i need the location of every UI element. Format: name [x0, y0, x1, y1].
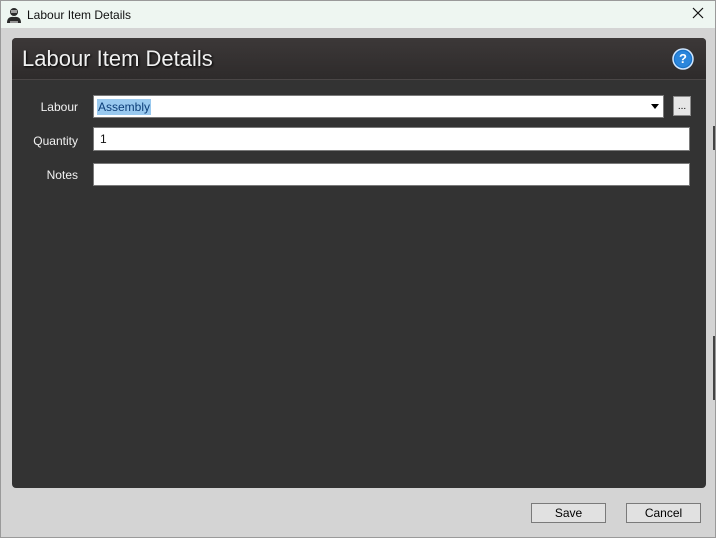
- content-panel: Labour Item Details ? Labour Assembly ..…: [12, 38, 706, 488]
- chevron-down-icon: [651, 104, 659, 109]
- window-title: Labour Item Details: [27, 7, 132, 22]
- close-button[interactable]: [681, 1, 715, 28]
- labour-label: Labour: [40, 100, 78, 114]
- quantity-input[interactable]: [93, 127, 690, 151]
- panel-title: Labour Item Details: [22, 46, 213, 71]
- notes-label: Notes: [46, 168, 78, 182]
- panel-header: Labour Item Details ?: [12, 38, 706, 80]
- dialog-window: Labour Item Details Labour Item Details …: [0, 0, 716, 538]
- help-icon[interactable]: ?: [672, 48, 694, 70]
- user-avatar-icon: [5, 6, 23, 24]
- notes-input[interactable]: [93, 163, 690, 186]
- title-bar[interactable]: Labour Item Details: [1, 1, 715, 28]
- save-button[interactable]: Save: [531, 503, 606, 523]
- edge-divider: [713, 336, 715, 400]
- help-glyph: ?: [679, 51, 687, 66]
- labour-select-value: Assembly: [97, 99, 152, 115]
- quantity-label: Quantity: [33, 134, 78, 148]
- cancel-button[interactable]: Cancel: [626, 503, 701, 523]
- edge-divider: [713, 126, 715, 150]
- labour-browse-button[interactable]: ...: [673, 96, 691, 116]
- labour-select[interactable]: Assembly: [93, 95, 664, 118]
- close-icon: [692, 6, 704, 24]
